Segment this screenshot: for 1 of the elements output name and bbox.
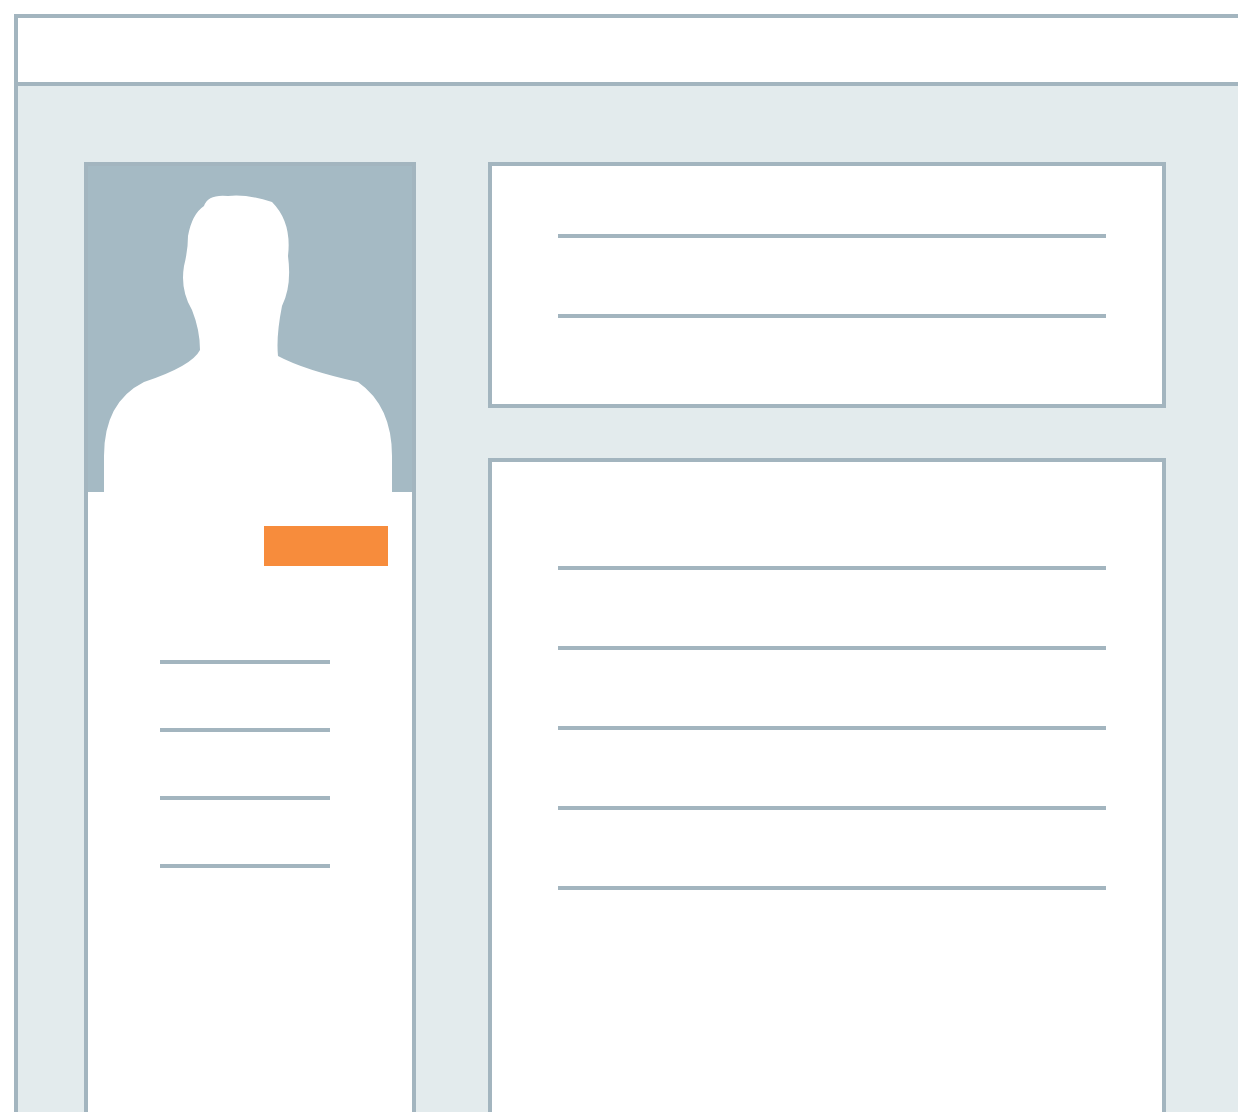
action-button[interactable] — [264, 526, 388, 566]
